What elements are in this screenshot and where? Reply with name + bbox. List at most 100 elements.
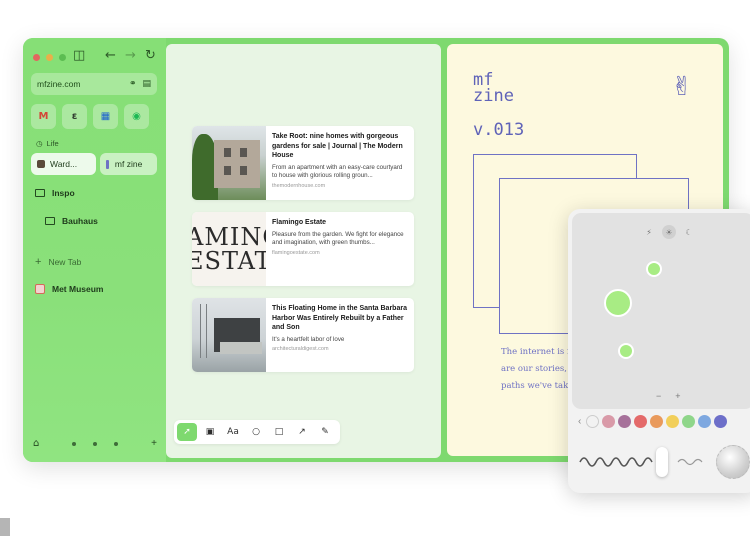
folder-icon xyxy=(45,217,55,225)
folder-icon xyxy=(35,189,45,197)
card-thumbnail xyxy=(192,126,266,200)
tab-favicon-icon xyxy=(105,159,109,169)
swatch[interactable] xyxy=(714,415,728,428)
color-handle-primary[interactable] xyxy=(604,289,632,317)
reload-icon[interactable]: ↻ xyxy=(145,48,156,63)
reader-icon[interactable]: ▤ xyxy=(142,79,151,89)
peace-hand-icon: ✌ xyxy=(671,72,693,102)
thumb-text: AMINGO xyxy=(192,223,266,251)
link-card[interactable]: This Floating Home in the Santa Barbara … xyxy=(192,298,414,372)
corner-artifact xyxy=(0,518,10,536)
screenshot-stage: ◫ ← → ↻ mfzine.com ⚭ ▤ M ɛ ▦ ◉ ◷ Life Wa… xyxy=(0,0,750,536)
tab-ward[interactable]: Ward... xyxy=(31,153,96,175)
favorites-row: M ɛ ▦ ◉ xyxy=(31,104,149,129)
zine-paragraph: The internet is f are our stories, v pat… xyxy=(501,344,571,395)
color-handle[interactable] xyxy=(646,261,662,277)
new-tab-button[interactable]: + New Tab xyxy=(35,256,81,268)
card-description: Pleasure from the garden. We fight for e… xyxy=(272,230,404,247)
auto-mode-icon[interactable]: ⚡ xyxy=(642,225,656,239)
circle-tool-icon[interactable]: ○ xyxy=(246,423,266,441)
swatch[interactable] xyxy=(586,415,600,428)
sidebar-item-label: Bauhaus xyxy=(62,216,98,226)
card-thumbnail xyxy=(192,298,266,372)
card-body: Flamingo Estate Pleasure from the garden… xyxy=(266,212,414,286)
card-body: Take Root: nine homes with gorgeous gard… xyxy=(266,126,414,200)
add-space-icon[interactable]: + xyxy=(151,438,157,449)
space-switcher[interactable] xyxy=(72,441,119,446)
text-tool[interactable]: Aa xyxy=(223,423,243,441)
color-canvas[interactable]: ⚡ ☀ ☾ − + xyxy=(572,213,750,409)
space-label: ◷ Life xyxy=(36,139,59,148)
card-description: It's a heartfelt labor of love xyxy=(272,335,345,343)
card-title: This Floating Home in the Santa Barbara … xyxy=(272,305,407,331)
sidebar: ◫ ← → ↻ mfzine.com ⚭ ▤ M ɛ ▦ ◉ ◷ Life Wa… xyxy=(23,38,166,462)
zine-text-line: paths we've take xyxy=(501,381,571,391)
swatch[interactable] xyxy=(650,415,664,428)
window-controls xyxy=(33,54,66,61)
zine-text-line: The internet is f xyxy=(501,347,571,357)
link-icon[interactable]: ⚭ xyxy=(129,79,137,89)
zoom-window-button[interactable] xyxy=(59,54,66,61)
space-label-text: Life xyxy=(46,139,59,148)
zoom-in-button[interactable]: + xyxy=(675,391,680,401)
swatch-row: ‹ xyxy=(578,415,728,428)
sidebar-folder-inspo[interactable]: Inspo xyxy=(35,188,75,198)
card-description: From an apartment with an easy-care cour… xyxy=(272,163,403,180)
favorite-spotify[interactable]: ◉ xyxy=(124,104,149,129)
theme-palette-panel: ⚡ ☀ ☾ − + ‹ xyxy=(568,209,750,493)
swatch[interactable] xyxy=(602,415,616,428)
favorite-gmail[interactable]: M xyxy=(31,104,56,129)
easel-toolbar: ➚ ▣ Aa ○ □ ↗ ✎ xyxy=(174,420,340,444)
url-bar[interactable]: mfzine.com ⚭ ▤ xyxy=(31,73,157,95)
appearance-modes: ⚡ ☀ ☾ xyxy=(642,225,696,239)
sidebar-folder-bauhaus[interactable]: Bauhaus xyxy=(45,216,98,226)
sidebar-item-label: Inspo xyxy=(52,188,75,198)
link-card[interactable]: Take Root: nine homes with gorgeous gard… xyxy=(192,126,414,200)
tab-label: Ward... xyxy=(50,159,78,169)
minimize-window-button[interactable] xyxy=(46,54,53,61)
sidebar-toggle-icon[interactable]: ◫ xyxy=(73,48,85,63)
easel-pane: Take Root: nine homes with gorgeous gard… xyxy=(166,44,441,458)
swatch[interactable] xyxy=(634,415,648,428)
forward-arrow-icon[interactable]: → xyxy=(125,48,136,63)
zoom-out-button[interactable]: − xyxy=(656,391,661,401)
clock-icon: ◷ xyxy=(36,139,43,148)
card-source: flamingoestate.com xyxy=(272,249,320,256)
square-tool-icon[interactable]: □ xyxy=(269,423,289,441)
cursor-tool-icon[interactable]: ➚ xyxy=(177,423,197,441)
chevron-left-icon[interactable]: ‹ xyxy=(578,416,581,427)
link-card[interactable]: AMINGO ESTATE Flamingo Estate Pleasure f… xyxy=(192,212,414,286)
card-source: themodernhouse.com xyxy=(272,182,326,189)
tab-mf-zine[interactable]: mf zine xyxy=(99,153,157,175)
archive-icon[interactable]: ⌂ xyxy=(33,438,39,449)
url-text: mfzine.com xyxy=(37,79,81,89)
sidebar-item-label: Met Museum xyxy=(52,284,104,294)
zine-version: v.013 xyxy=(473,120,525,140)
back-arrow-icon[interactable]: ← xyxy=(105,48,116,63)
image-tool-icon[interactable]: ▣ xyxy=(200,423,220,441)
light-mode-icon[interactable]: ☀ xyxy=(662,225,676,239)
met-favicon-icon xyxy=(35,284,45,294)
close-window-button[interactable] xyxy=(33,54,40,61)
zine-text-line: are our stories, v xyxy=(501,364,571,374)
sidebar-item-label: New Tab xyxy=(48,257,82,267)
favorite-calendar[interactable]: ▦ xyxy=(93,104,118,129)
swatch[interactable] xyxy=(618,415,632,428)
swatch[interactable] xyxy=(682,415,696,428)
card-body: This Floating Home in the Santa Barbara … xyxy=(266,298,414,372)
favorite-notion[interactable]: ɛ xyxy=(62,104,87,129)
intensity-dial[interactable] xyxy=(716,445,750,479)
grain-slider-knob[interactable] xyxy=(656,447,668,477)
swatch[interactable] xyxy=(698,415,712,428)
card-source: architecturaldigest.com xyxy=(272,346,329,352)
color-handle[interactable] xyxy=(618,343,634,359)
zine-title-line: zine xyxy=(473,86,514,106)
card-thumbnail: AMINGO ESTATE xyxy=(192,212,266,286)
card-title: Flamingo Estate xyxy=(272,219,327,226)
split-tab: Ward... mf zine xyxy=(31,153,157,175)
pen-tool-icon[interactable]: ✎ xyxy=(315,423,335,441)
sidebar-item-met-museum[interactable]: Met Museum xyxy=(35,284,103,294)
swatch[interactable] xyxy=(666,415,680,428)
arrow-tool-icon[interactable]: ↗ xyxy=(292,423,312,441)
dark-mode-icon[interactable]: ☾ xyxy=(682,225,696,239)
